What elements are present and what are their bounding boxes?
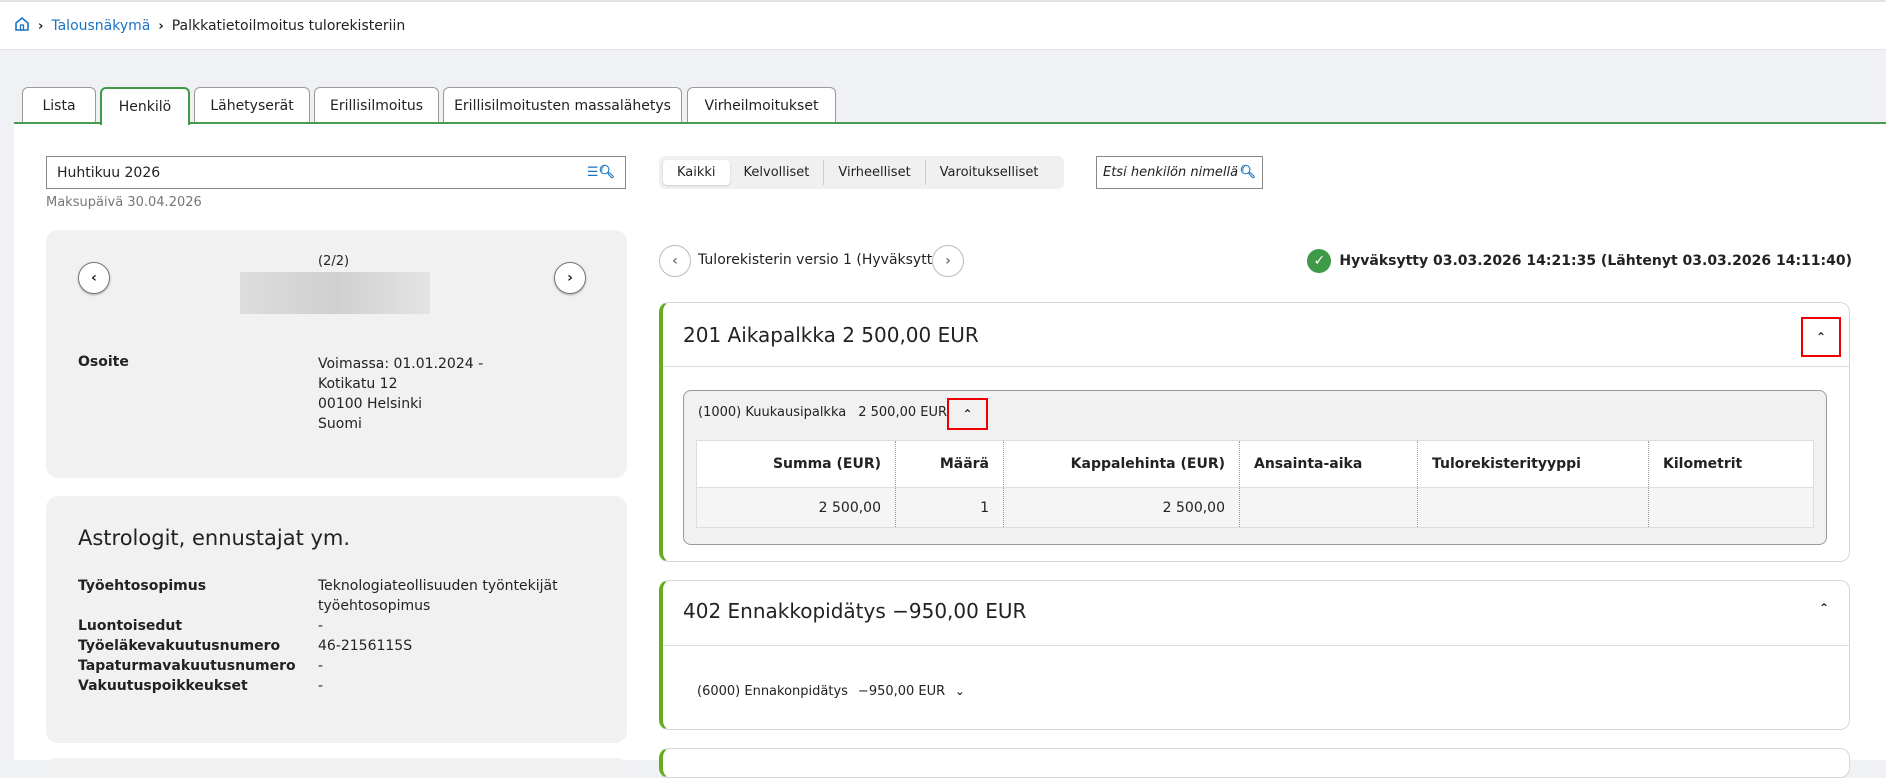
cell-ansainta	[1239, 487, 1418, 528]
subitem-name: (1000) Kuukausipalkka	[698, 405, 847, 420]
next-card	[46, 758, 627, 778]
table-header-row: Summa (EUR) Määrä Kappalehinta (EUR) Ans…	[696, 440, 1814, 488]
label-tapaturma: Tapaturmavakuutusnumero	[78, 658, 296, 674]
chevron-down-icon[interactable]: ⌄	[955, 685, 964, 698]
next-person-button[interactable]: ›	[554, 262, 586, 294]
filter-virheelliset[interactable]: Virheelliset	[824, 160, 926, 185]
value-tyelnumero: 46-2156115S	[318, 638, 413, 654]
tab-lista[interactable]: Lista	[22, 87, 96, 124]
address-line: Voimassa: 01.01.2024 -	[318, 356, 484, 372]
collapse-button[interactable]: ⌃	[1801, 317, 1841, 357]
collapse-button[interactable]: ⌃	[1819, 601, 1829, 615]
chevron-right-icon: ›	[38, 18, 44, 34]
subitem-name: (6000) Ennakonpidätys	[697, 684, 848, 699]
prev-person-button[interactable]: ‹	[78, 262, 110, 294]
occupation-details: Työehtosopimus Teknologiateollisuuden työ…	[78, 576, 558, 696]
payday-text: Maksupäivä 30.04.2026	[46, 195, 202, 210]
col-summa: Summa (EUR)	[772, 456, 881, 472]
tab-henkilo[interactable]: Henkilö	[100, 87, 190, 125]
cell-kilometrit	[1648, 487, 1814, 528]
address-value: Voimassa: 01.01.2024 - Kotikatu 12 00100…	[318, 354, 483, 434]
search-list-icon[interactable]: ☰🔍︎	[587, 165, 615, 180]
breadcrumb-current: Palkkatietoilmoitus tulorekisteriin	[171, 18, 406, 34]
table-row: 2 500,00 1 2 500,00	[696, 487, 1814, 528]
panel-title: 402 Ennakkopidätys −950,00 EUR	[683, 599, 1027, 623]
col-tyyppi: Tulorekisterityyppi	[1417, 440, 1649, 488]
cell-kappalehinta: 2 500,00	[1003, 487, 1240, 528]
chevron-right-icon: ›	[158, 18, 164, 34]
income-panel-201: 201 Aikapalkka 2 500,00 EUR ⌃ (1000) Kuu…	[659, 302, 1850, 562]
address-line: Suomi	[318, 416, 362, 432]
breadcrumb-link[interactable]: Talousnäkymä	[51, 18, 150, 34]
tab-lahetyserat[interactable]: Lähetyserät	[194, 87, 310, 124]
address-line: Kotikatu 12	[318, 376, 398, 392]
cell-maara: 1	[895, 487, 1004, 528]
value-tapaturma: -	[318, 658, 324, 674]
home-icon[interactable]	[14, 16, 30, 36]
period-input[interactable]: Huhtikuu 2026 ☰🔍︎	[46, 156, 626, 189]
tab-virheilmoitukset[interactable]: Virheilmoitukset	[687, 87, 836, 124]
col-kappalehinta: Kappalehinta (EUR)	[1003, 440, 1240, 488]
subitem-box: (1000) Kuukausipalkka 2 500,00 EUR ⌃ Sum…	[683, 390, 1827, 545]
label-poikkeukset: Vakuutuspoikkeukset	[78, 678, 248, 694]
prev-version-button[interactable]: ‹	[659, 245, 691, 277]
col-maara: Määrä	[895, 440, 1004, 488]
tab-erillisilmoitus[interactable]: Erillisilmoitus	[314, 87, 439, 124]
subitem-collapse-button[interactable]: ⌃	[947, 398, 988, 430]
value-luontoisedut: -	[318, 618, 324, 634]
filter-group: Kaikki Kelvolliset Virheelliset Varoituk…	[659, 156, 1064, 189]
label-luontoisedut: Luontoisedut	[78, 618, 183, 634]
tab-massalahetys[interactable]: Erillisilmoitusten massalähetys	[443, 87, 682, 124]
income-panel-next	[659, 748, 1850, 778]
value-poikkeukset: -	[318, 678, 324, 694]
income-panel-402: 402 Ennakkopidätys −950,00 EUR ⌃ (6000) …	[659, 580, 1850, 730]
divider	[663, 645, 1849, 646]
version-label: Tulorekisterin versio 1 (Hyväksytty)	[698, 252, 946, 268]
blurred-name	[240, 272, 430, 314]
version-status: ✓ Hyväksytty 03.03.2026 14:21:35 (Lähten…	[1307, 249, 1852, 273]
cell-tyyppi	[1417, 487, 1649, 528]
filter-varoitukselliset[interactable]: Varoitukselliset	[926, 160, 1053, 185]
label-tyelnumero: Työeläkevakuutusnumero	[78, 638, 281, 654]
search-list-icon[interactable]: 🔍︎	[1239, 165, 1256, 180]
panel-title: 201 Aikapalkka 2 500,00 EUR	[683, 323, 979, 347]
check-circle-icon: ✓	[1307, 249, 1332, 273]
subitem-header: (1000) Kuukausipalkka 2 500,00 EUR	[698, 405, 947, 420]
person-card: ‹ › (2/2) Osoite Voimassa: 01.01.2024 - …	[46, 230, 627, 478]
occupation-title: Astrologit, ennustajat ym.	[78, 526, 351, 550]
address-line: 00100 Helsinki	[318, 396, 423, 412]
subitem-header: (6000) Ennakonpidätys −950,00 EUR ⌄	[697, 684, 964, 699]
address-label: Osoite	[78, 354, 129, 370]
subitem-amount: −950,00 EUR	[857, 684, 946, 699]
status-text: Hyväksytty 03.03.2026 14:21:35 (Lähtenyt…	[1339, 253, 1852, 269]
cell-summa: 2 500,00	[696, 487, 896, 528]
value-tes: Teknologiateollisuuden työntekijät työeh…	[318, 578, 558, 614]
person-search-input[interactable]: Etsi henkilön nimellä 🔍︎	[1096, 156, 1263, 189]
breadcrumb: › Talousnäkymä › Palkkatietoilmoitus tul…	[14, 16, 405, 36]
filter-kaikki[interactable]: Kaikki	[663, 160, 730, 185]
filter-kelvolliset[interactable]: Kelvolliset	[730, 160, 825, 185]
divider	[663, 366, 1849, 367]
next-version-button[interactable]: ›	[932, 245, 964, 277]
col-kilometrit: Kilometrit	[1648, 440, 1814, 488]
occupation-card: Astrologit, ennustajat ym. Työehtosopimu…	[46, 496, 627, 743]
label-tes: Työehtosopimus	[78, 578, 207, 594]
col-ansainta: Ansainta-aika	[1239, 440, 1418, 488]
subitem-amount: 2 500,00 EUR	[858, 405, 948, 420]
subitem-table: Summa (EUR) Määrä Kappalehinta (EUR) Ans…	[696, 440, 1814, 528]
person-search-placeholder: Etsi henkilön nimellä	[1103, 165, 1239, 180]
person-counter: (2/2)	[318, 254, 350, 269]
period-value: Huhtikuu 2026	[57, 164, 161, 181]
